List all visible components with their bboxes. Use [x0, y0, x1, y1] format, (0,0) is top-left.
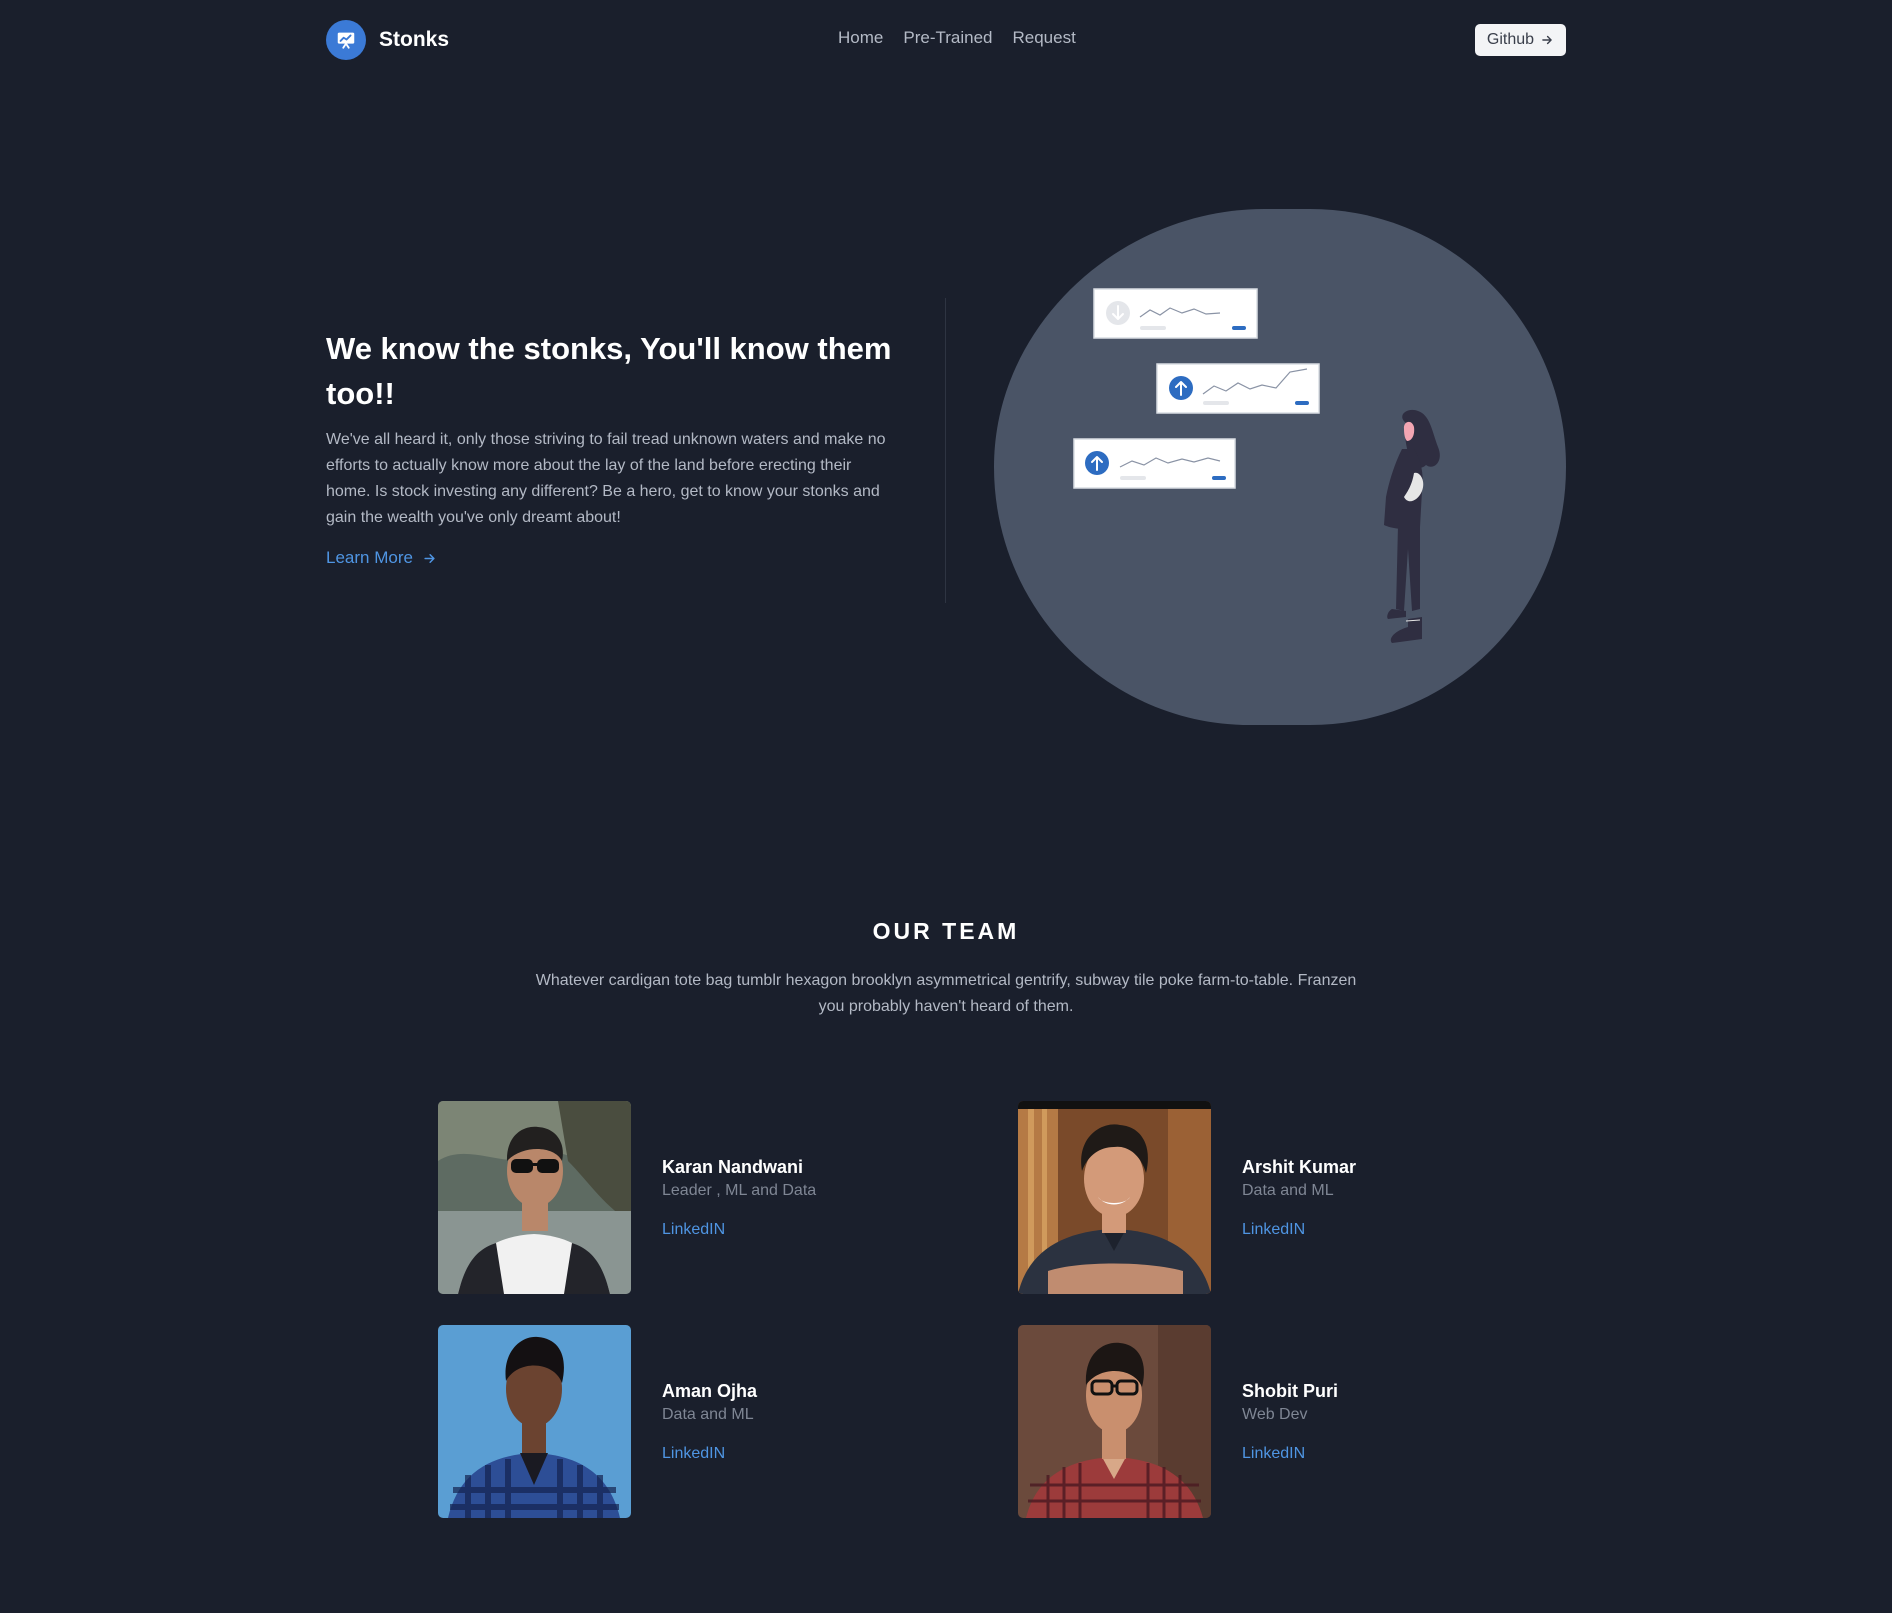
stock-charts-illustration — [994, 209, 1566, 725]
member-linkedin-link[interactable]: LinkedIN — [1242, 1445, 1305, 1463]
team-description: Whatever cardigan tote bag tumblr hexago… — [535, 972, 1357, 1015]
member-role: Data and ML — [662, 1406, 754, 1423]
member-name: Arshit Kumar — [1242, 1157, 1357, 1177]
member-role: Web Dev — [1242, 1406, 1308, 1423]
nav-request[interactable]: Request — [1013, 28, 1076, 48]
team-heading: OUR TEAM — [872, 918, 1020, 944]
team-member-card: Karan Nandwani Leader , ML and Data Link… — [438, 1101, 858, 1294]
member-role: Data and ML — [1242, 1182, 1334, 1199]
brand-link[interactable]: Stonks — [326, 20, 449, 60]
member-photo — [1018, 1325, 1211, 1518]
team-member-card: Aman Ojha Data and ML LinkedIN — [438, 1325, 858, 1518]
chart-card-1 — [1093, 288, 1258, 339]
site-header: Stonks Home Pre-Trained Request Github — [0, 0, 1892, 80]
nav-home[interactable]: Home — [838, 28, 883, 48]
member-photo — [438, 1101, 631, 1294]
member-linkedin-link[interactable]: LinkedIN — [1242, 1221, 1305, 1239]
team-member-card: Shobit Puri Web Dev LinkedIN — [1018, 1325, 1438, 1518]
chart-card-2 — [1156, 363, 1320, 414]
arrow-right-icon — [424, 553, 435, 563]
learn-more-label: Learn More — [326, 548, 413, 567]
chart-card-3 — [1073, 438, 1236, 489]
member-name: Shobit Puri — [1242, 1381, 1338, 1401]
main-nav: Home Pre-Trained Request — [838, 28, 1076, 48]
hero-title: We know the stonks, You'll know them too… — [326, 331, 892, 411]
member-linkedin-link[interactable]: LinkedIN — [662, 1221, 725, 1239]
member-name: Aman Ojha — [662, 1381, 758, 1401]
member-linkedin-link[interactable]: LinkedIN — [662, 1445, 725, 1463]
github-button-label: Github — [1486, 31, 1535, 48]
member-photo — [438, 1325, 631, 1518]
hero-description: We've all heard it, only those striving … — [326, 431, 886, 526]
member-role: Leader , ML and Data — [662, 1182, 817, 1199]
chart-presentation-icon — [326, 20, 366, 60]
team-member-card: Arshit Kumar Data and ML LinkedIN — [1018, 1101, 1438, 1294]
nav-pre-trained[interactable]: Pre-Trained — [903, 28, 992, 48]
learn-more-link[interactable]: Learn More — [326, 548, 437, 568]
github-button[interactable]: Github — [1475, 24, 1566, 56]
hero-divider — [945, 298, 946, 603]
brand-name: Stonks — [379, 28, 450, 51]
member-photo — [1018, 1101, 1211, 1294]
member-name: Karan Nandwani — [662, 1157, 804, 1177]
arrow-right-icon — [1542, 35, 1552, 45]
